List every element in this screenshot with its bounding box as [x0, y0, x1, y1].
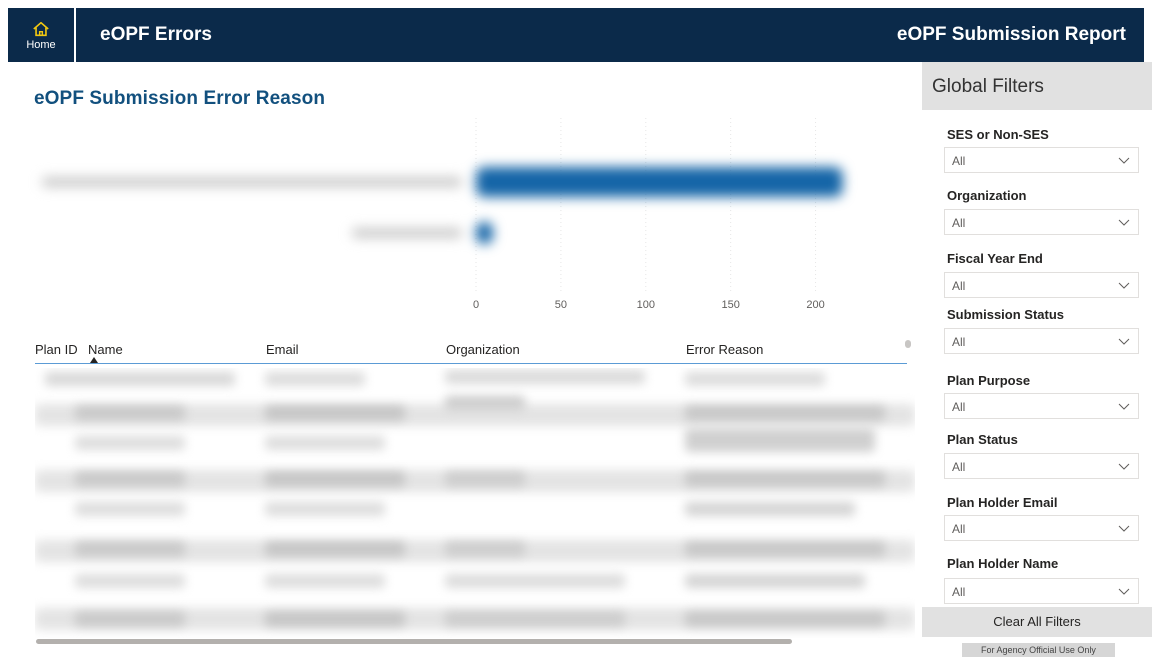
chevron-down-icon — [1118, 463, 1130, 470]
table-row[interactable] — [685, 612, 885, 626]
home-button[interactable]: Home — [8, 8, 76, 62]
x-tick-label: 150 — [721, 299, 739, 311]
filter-organization-dropdown[interactable]: All — [944, 209, 1139, 235]
filter-label-ses: SES or Non-SES — [947, 127, 1049, 142]
filters-header: Global Filters — [922, 62, 1152, 110]
sort-ascending-icon — [90, 357, 98, 363]
table-row[interactable] — [265, 372, 365, 386]
home-label: Home — [26, 38, 56, 51]
filter-label-fiscal-year-end: Fiscal Year End — [947, 251, 1043, 266]
clear-all-filters-button[interactable]: Clear All Filters — [922, 607, 1152, 637]
footer-note: For Agency Official Use Only — [962, 643, 1115, 657]
category-label-redacted — [352, 228, 462, 238]
filter-plan-holder-email-dropdown[interactable]: All — [944, 515, 1139, 541]
filter-plan-holder-email-value: All — [952, 522, 966, 536]
table-row[interactable] — [265, 502, 385, 516]
table-row[interactable] — [685, 406, 885, 420]
column-header-plan-id[interactable]: Plan ID — [35, 342, 78, 357]
filter-plan-holder-name-dropdown[interactable]: All — [944, 578, 1139, 604]
table-row[interactable] — [265, 406, 405, 420]
filter-label-submission-status: Submission Status — [947, 307, 1065, 322]
bar-group[interactable] — [352, 222, 493, 244]
top-bar: Home eOPF Errors eOPF Submission Report — [8, 8, 1144, 62]
table-row[interactable] — [685, 542, 885, 556]
table-row[interactable] — [45, 372, 235, 386]
bar-group[interactable] — [42, 167, 843, 197]
vertical-scrollbar-thumb[interactable] — [905, 340, 911, 348]
chevron-down-icon — [1118, 588, 1130, 595]
x-tick-label: 100 — [637, 299, 655, 311]
filter-submission-status-dropdown[interactable]: All — [944, 328, 1139, 354]
filter-ses-dropdown[interactable]: All — [944, 147, 1139, 173]
horizontal-scrollbar[interactable] — [36, 639, 792, 644]
filter-plan-status-dropdown[interactable]: All — [944, 453, 1139, 479]
chart-title: eOPF Submission Error Reason — [34, 88, 326, 109]
table-row[interactable] — [265, 542, 405, 556]
table-row[interactable] — [685, 428, 875, 452]
table-row[interactable] — [75, 406, 185, 420]
x-tick-label: 0 — [473, 299, 479, 311]
home-icon — [33, 21, 49, 36]
table-row[interactable] — [445, 574, 625, 588]
table-row[interactable] — [75, 612, 185, 626]
bar[interactable] — [476, 222, 493, 244]
table-row[interactable] — [445, 612, 625, 626]
filter-label-organization: Organization — [947, 188, 1027, 203]
column-header-organization[interactable]: Organization — [446, 342, 520, 357]
table-row[interactable] — [265, 612, 405, 626]
filter-fiscal-year-end-value: All — [952, 279, 966, 293]
table-row[interactable] — [75, 436, 185, 450]
chevron-down-icon — [1118, 219, 1130, 226]
bar[interactable] — [476, 167, 843, 197]
category-label-redacted — [42, 177, 462, 187]
column-header-name[interactable]: Name — [88, 342, 123, 357]
chevron-down-icon — [1118, 282, 1130, 289]
page-title: eOPF Errors — [100, 24, 212, 45]
table-row[interactable] — [685, 372, 825, 386]
table-row[interactable] — [75, 574, 185, 588]
table-row[interactable] — [445, 396, 525, 410]
table-row[interactable] — [75, 472, 185, 486]
filter-label-plan-holder-email: Plan Holder Email — [947, 495, 1058, 510]
error-reason-bar-chart[interactable]: 0 50 100 150 200 — [28, 116, 908, 316]
chevron-down-icon — [1118, 338, 1130, 345]
table-row[interactable] — [265, 436, 385, 450]
table-row[interactable] — [75, 502, 185, 516]
table-header: Plan ID Name Email Organization Error Re… — [35, 332, 907, 364]
report-title: eOPF Submission Report — [896, 24, 1126, 45]
table-row[interactable] — [265, 574, 385, 588]
filter-plan-status-value: All — [952, 460, 966, 474]
main-canvas: eOPF Submission Error Reason 0 50 100 150 20… — [8, 62, 922, 657]
filter-label-plan-purpose: Plan Purpose — [947, 373, 1031, 388]
global-filters-pane: Global Filters SES or Non-SES All Organi… — [922, 62, 1152, 657]
table-body — [35, 368, 915, 638]
filter-ses-value: All — [952, 154, 966, 168]
filters-title: Global Filters — [932, 76, 1044, 97]
filter-plan-holder-name-value: All — [952, 585, 966, 599]
filter-label-plan-status: Plan Status — [947, 432, 1018, 447]
filter-plan-purpose-dropdown[interactable]: All — [944, 393, 1139, 419]
table-row[interactable] — [685, 502, 855, 516]
column-header-error-reason[interactable]: Error Reason — [686, 342, 763, 357]
table-row[interactable] — [445, 370, 645, 384]
table-row[interactable] — [265, 472, 405, 486]
chart-svg: 0 50 100 150 200 — [42, 118, 843, 311]
filter-organization-value: All — [952, 216, 966, 230]
x-tick-label: 200 — [806, 299, 824, 311]
filter-submission-status-value: All — [952, 335, 966, 349]
column-header-email[interactable]: Email — [266, 342, 299, 357]
chevron-down-icon — [1118, 525, 1130, 532]
table-row[interactable] — [75, 542, 185, 556]
table-row[interactable] — [445, 472, 525, 486]
table-row[interactable] — [445, 542, 525, 556]
chevron-down-icon — [1118, 157, 1130, 164]
filter-fiscal-year-end-dropdown[interactable]: All — [944, 272, 1139, 298]
filter-label-plan-holder-name: Plan Holder Name — [947, 556, 1059, 571]
x-tick-label: 50 — [555, 299, 567, 311]
chevron-down-icon — [1118, 403, 1130, 410]
filter-plan-purpose-value: All — [952, 400, 966, 414]
table-row[interactable] — [685, 472, 885, 486]
table-row[interactable] — [685, 574, 865, 588]
